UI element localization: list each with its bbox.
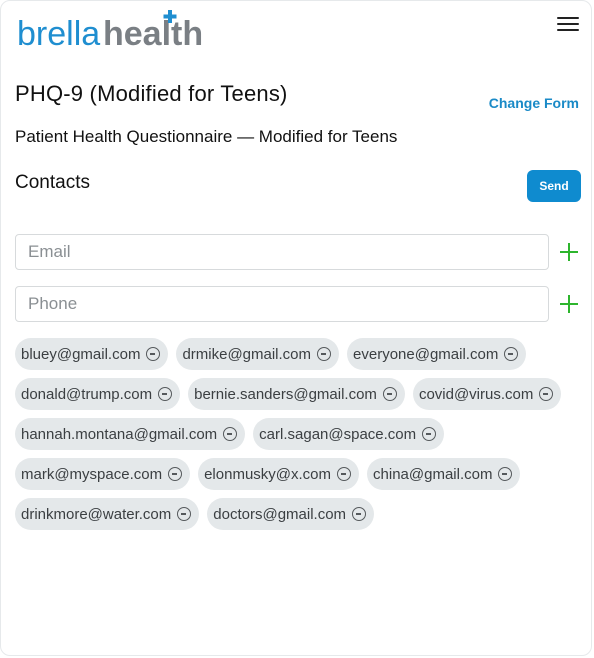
- add-phone-plus-icon[interactable]: [559, 294, 579, 314]
- contact-chip: mark@myspace.com: [15, 458, 191, 490]
- brellahealth-logo: brella health: [17, 10, 203, 51]
- contact-chip-label: drmike@gmail.com: [182, 345, 312, 363]
- email-input[interactable]: [15, 234, 549, 270]
- contact-chip-label: mark@myspace.com: [21, 465, 163, 483]
- change-form-link[interactable]: Change Form: [489, 95, 579, 111]
- remove-minus-circle-icon[interactable]: [422, 427, 437, 441]
- remove-minus-circle-icon[interactable]: [223, 427, 238, 441]
- remove-minus-circle-icon[interactable]: [382, 387, 397, 401]
- contact-chip: everyone@gmail.com: [347, 338, 527, 370]
- form-title: PHQ-9 (Modified for Teens): [15, 81, 288, 106]
- hamburger-icon[interactable]: [557, 15, 579, 33]
- contact-chip-label: covid@virus.com: [418, 385, 534, 403]
- contact-chip: covid@virus.com: [412, 378, 562, 410]
- contact-chip: hannah.montana@gmail.com: [15, 418, 246, 450]
- remove-minus-circle-icon[interactable]: [177, 507, 192, 521]
- remove-minus-circle-icon[interactable]: [158, 387, 173, 401]
- app-frame: brella health PHQ-9 (Modified for Teens)…: [0, 0, 592, 656]
- contact-chip: carl.sagan@space.com: [253, 418, 445, 450]
- add-email-plus-icon[interactable]: [559, 242, 579, 262]
- remove-minus-circle-icon[interactable]: [352, 507, 367, 521]
- contact-chip-label: everyone@gmail.com: [353, 345, 499, 363]
- contact-chip: donald@trump.com: [15, 378, 181, 410]
- logo-text-brella: brella: [17, 15, 100, 51]
- remove-minus-circle-icon[interactable]: [337, 467, 352, 481]
- contact-chip: bluey@gmail.com: [15, 338, 169, 370]
- contact-chip-label: china@gmail.com: [373, 465, 493, 483]
- contact-chip: elonmusky@x.com: [198, 458, 360, 490]
- logo-text-health: health: [103, 15, 203, 51]
- contact-chip-label: bluey@gmail.com: [21, 345, 141, 363]
- contact-chip-label: bernie.sanders@gmail.com: [194, 385, 377, 403]
- contact-chip-label: drinkmore@water.com: [21, 505, 172, 523]
- remove-minus-circle-icon[interactable]: [146, 347, 161, 361]
- remove-minus-circle-icon[interactable]: [504, 347, 519, 361]
- contact-chip: drmike@gmail.com: [176, 338, 340, 370]
- form-subtitle: Patient Health Questionnaire — Modified …: [15, 127, 398, 146]
- contacts-heading: Contacts: [15, 172, 90, 193]
- contact-chip: doctors@gmail.com: [207, 498, 375, 530]
- contact-chip: drinkmore@water.com: [15, 498, 200, 530]
- remove-minus-circle-icon[interactable]: [539, 387, 554, 401]
- contact-chip-label: donald@trump.com: [21, 385, 153, 403]
- send-button[interactable]: Send: [527, 170, 581, 202]
- remove-minus-circle-icon[interactable]: [168, 467, 183, 481]
- contact-chip-label: elonmusky@x.com: [204, 465, 332, 483]
- contact-chip: china@gmail.com: [367, 458, 521, 490]
- contact-chip-label: carl.sagan@space.com: [259, 425, 417, 443]
- contact-chip: bernie.sanders@gmail.com: [188, 378, 405, 410]
- contact-chip-list: bluey@gmail.com drmike@gmail.com everyon…: [15, 338, 581, 530]
- contact-chip-label: doctors@gmail.com: [213, 505, 347, 523]
- phone-input[interactable]: [15, 286, 549, 322]
- contact-chip-label: hannah.montana@gmail.com: [21, 425, 218, 443]
- remove-minus-circle-icon[interactable]: [498, 467, 513, 481]
- remove-minus-circle-icon[interactable]: [317, 347, 332, 361]
